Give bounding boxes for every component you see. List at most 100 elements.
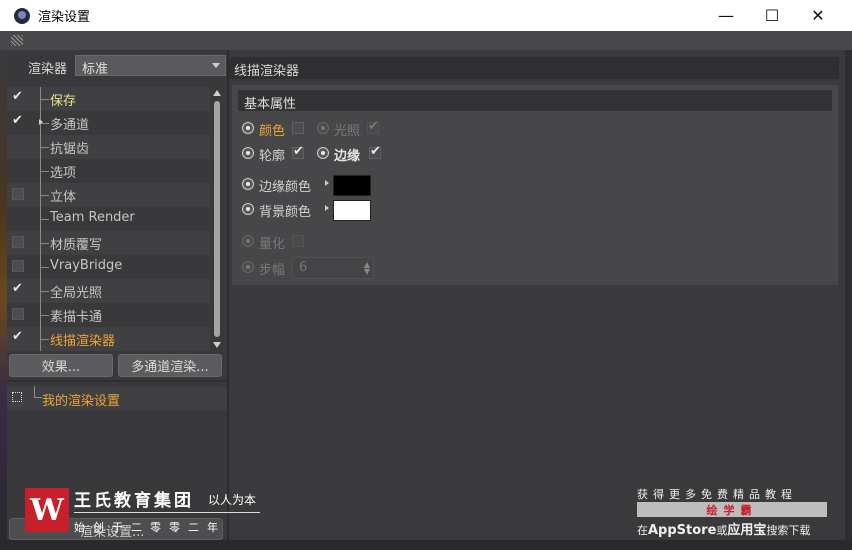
lighting-checkbox[interactable] — [367, 119, 379, 134]
edge-color-swatch[interactable] — [333, 175, 371, 196]
edge-color-label: 边缘颜色 — [259, 180, 312, 195]
list-item[interactable]: Team Render — [7, 207, 210, 231]
watermark-divider — [74, 512, 260, 513]
list-item[interactable]: 素描卡通 — [7, 303, 210, 327]
list-scrollbar[interactable] — [212, 87, 222, 351]
list-item[interactable]: VrayBridge — [7, 255, 210, 279]
right-edge — [845, 50, 852, 540]
edge-color-radio[interactable] — [242, 178, 254, 190]
watermark-date: 始创于二零零二年 — [74, 521, 226, 534]
expand-arrow-icon[interactable] — [325, 180, 329, 186]
stepper-arrows-icon[interactable]: ▲ ▼ — [364, 261, 370, 276]
tree-line — [40, 279, 50, 303]
settings-preset-icon — [12, 392, 22, 402]
window-titlebar: 渲染设置 — ☐ ✕ — [0, 0, 852, 31]
list-item[interactable]: 线描渲染器 — [7, 327, 210, 351]
quantize-row: 量化 — [242, 231, 322, 253]
list-item-label: VrayBridge — [50, 258, 123, 273]
item-checkbox[interactable] — [12, 113, 24, 128]
list-item[interactable]: 选项 — [7, 159, 210, 183]
item-checkbox[interactable] — [12, 281, 24, 296]
list-item-label: 全局光照 — [50, 286, 103, 301]
color-checkbox[interactable] — [292, 122, 304, 134]
item-checkbox[interactable] — [12, 260, 24, 272]
renderer-row: 渲染器 标准 — [7, 55, 228, 77]
edge-label: 边缘 — [334, 149, 361, 164]
quantize-checkbox[interactable] — [292, 235, 304, 247]
edge-checkbox[interactable] — [369, 144, 381, 159]
cinema4d-app-icon — [14, 7, 30, 24]
quantize-radio[interactable] — [242, 235, 254, 247]
lighting-label: 光照 — [334, 124, 361, 139]
bg-color-radio[interactable] — [242, 203, 254, 215]
list-item[interactable]: 材质覆写 — [7, 231, 210, 255]
expand-arrow-icon[interactable] — [39, 119, 43, 125]
list-item[interactable]: 多通道 — [7, 111, 210, 135]
tree-line — [40, 87, 50, 111]
renderer-select[interactable]: 标准 — [75, 55, 226, 77]
ad-brand: 绘学霸 — [637, 502, 827, 517]
list-item-label: 多通道 — [50, 118, 90, 133]
section-header: 线描渲染器 — [229, 57, 839, 79]
bg-color-swatch[interactable] — [333, 200, 371, 221]
step-value: 6 — [299, 260, 308, 275]
grip-icon[interactable] — [11, 35, 23, 46]
divider — [7, 380, 228, 382]
outline-radio[interactable] — [242, 147, 254, 159]
ad-mid: 或 — [716, 524, 728, 537]
ad-download-text: 在AppStore或应用宝搜索下载 — [637, 519, 810, 538]
item-checkbox[interactable] — [12, 329, 24, 344]
scroll-thumb[interactable] — [214, 101, 220, 337]
outline-label: 轮廓 — [259, 149, 286, 164]
edge-row: 边缘 — [317, 143, 397, 165]
my-render-settings-label: 我的渲染设置 — [42, 394, 121, 409]
bg-color-label: 背景颜色 — [259, 205, 312, 220]
outline-checkbox[interactable] — [292, 144, 304, 159]
maximize-button[interactable]: ☐ — [749, 0, 795, 31]
step-input[interactable]: 6 ▲ ▼ — [292, 257, 374, 279]
scroll-up-icon[interactable] — [213, 90, 221, 96]
tree-line — [40, 135, 50, 159]
effects-button[interactable]: 效果... — [9, 354, 113, 377]
color-label: 颜色 — [259, 124, 286, 139]
list-item[interactable]: 立体 — [7, 183, 210, 207]
lighting-radio[interactable] — [317, 122, 329, 134]
lighting-row: 光照 — [317, 118, 397, 140]
scroll-down-icon[interactable] — [213, 342, 221, 348]
close-button[interactable]: ✕ — [795, 0, 841, 31]
item-checkbox[interactable] — [12, 308, 24, 320]
ad-store: AppStore — [648, 523, 717, 538]
step-label: 步幅 — [259, 263, 286, 278]
color-radio[interactable] — [242, 122, 254, 134]
expand-arrow-icon[interactable] — [325, 205, 329, 211]
step-radio[interactable] — [242, 261, 254, 273]
minimize-button[interactable]: — — [703, 0, 749, 31]
renderer-label: 渲染器 — [28, 62, 68, 77]
panel-grip-bar — [0, 31, 852, 50]
list-item[interactable]: 全局光照 — [7, 279, 210, 303]
watermark-org-name: 王氏教育集团 — [74, 491, 194, 511]
item-checkbox[interactable] — [12, 236, 24, 248]
tree-line — [40, 327, 50, 351]
chevron-down-icon — [212, 63, 220, 68]
background-edge — [0, 60, 7, 540]
list-item-label: 立体 — [50, 190, 77, 205]
renderer-value: 标准 — [82, 62, 109, 77]
my-render-settings-item[interactable]: 我的渲染设置 — [7, 386, 228, 410]
list-item-label: 素描卡通 — [50, 310, 103, 325]
item-checkbox[interactable] — [12, 89, 24, 104]
wangshi-logo-icon: W — [25, 488, 69, 532]
list-item-label: 材质覆写 — [50, 238, 103, 253]
quantize-label: 量化 — [259, 237, 286, 252]
list-item[interactable]: 保存 — [7, 87, 210, 111]
step-row: 步幅 6 ▲ ▼ — [242, 257, 382, 279]
window-title: 渲染设置 — [38, 10, 91, 25]
watermark-slogan: 以人为本 — [208, 493, 257, 507]
tree-line — [40, 207, 50, 231]
edge-radio[interactable] — [317, 147, 329, 159]
item-checkbox[interactable] — [12, 188, 24, 200]
multipass-render-button[interactable]: 多通道渲染... — [118, 354, 222, 377]
list-item[interactable]: 抗锯齿 — [7, 135, 210, 159]
ad-app: 应用宝 — [727, 523, 767, 538]
tree-line — [40, 231, 50, 255]
